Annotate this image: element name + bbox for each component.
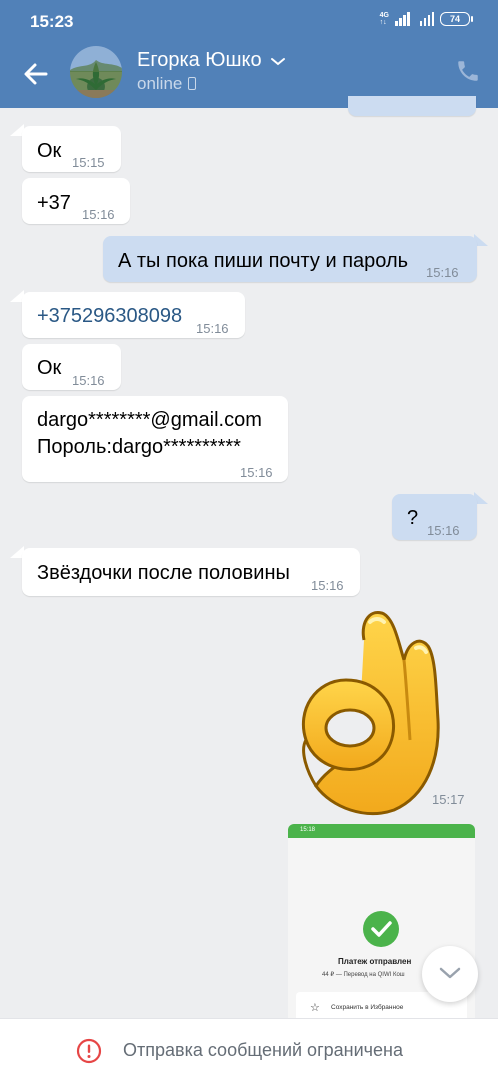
avatar[interactable] — [70, 46, 122, 98]
star-icon: ☆ — [310, 1002, 320, 1014]
chat-header: 15:23 4G ↑↓ 74 Егорка Юшко online — [0, 0, 498, 108]
exclamation-circle-icon — [76, 1038, 102, 1064]
payment-title: Платеж отправлен — [338, 957, 412, 966]
thumb-status-bar: 15:18 — [288, 824, 475, 838]
message-incoming[interactable]: Ок 15:16 — [22, 344, 121, 390]
chevron-down-icon[interactable] — [270, 56, 286, 68]
message-incoming[interactable]: Звёздочки после половины 15:16 — [22, 548, 360, 596]
mobile-icon — [188, 77, 197, 90]
check-circle-icon — [363, 911, 399, 947]
network-type: 4G ↑↓ — [379, 12, 389, 26]
message-outgoing[interactable]: ? 15:16 — [392, 494, 477, 540]
restriction-message: Отправка сообщений ограничена — [123, 1040, 403, 1060]
battery-icon: 74 — [440, 12, 473, 26]
status-indicators: 4G ↑↓ 74 — [379, 12, 473, 26]
chevron-down-icon — [439, 967, 461, 979]
message-incoming[interactable]: Ок 15:15 — [22, 126, 121, 172]
online-status: online — [137, 74, 197, 94]
message-outgoing[interactable]: А ты пока пиши почту и пароль 15:16 — [103, 236, 477, 282]
status-time: 15:23 — [30, 12, 74, 31]
payment-subtitle: 44 ₽ — Перевод на QIWI Кош — [322, 972, 405, 978]
arrow-left-icon[interactable] — [20, 58, 52, 90]
message-incoming[interactable]: +37 15:16 — [22, 178, 130, 224]
sticker-time: 15:17 — [425, 790, 472, 809]
message-incoming-phone-link[interactable]: +375296308098 15:16 — [22, 292, 245, 338]
message-out-partial — [348, 96, 476, 116]
scroll-down-button[interactable] — [422, 946, 478, 1002]
status-bar: 15:23 4G ↑↓ 74 — [0, 0, 498, 44]
phone-icon[interactable] — [455, 58, 481, 84]
restriction-bar: Отправка сообщений ограничена — [0, 1018, 498, 1080]
ok-hand-sticker[interactable] — [286, 600, 452, 818]
contact-name[interactable]: Егорка Юшко — [137, 49, 262, 72]
signal-icon — [395, 12, 410, 26]
message-incoming[interactable]: dargo********@gmail.com Пороль:dargo****… — [22, 396, 288, 482]
signal-icon-2 — [419, 12, 434, 26]
